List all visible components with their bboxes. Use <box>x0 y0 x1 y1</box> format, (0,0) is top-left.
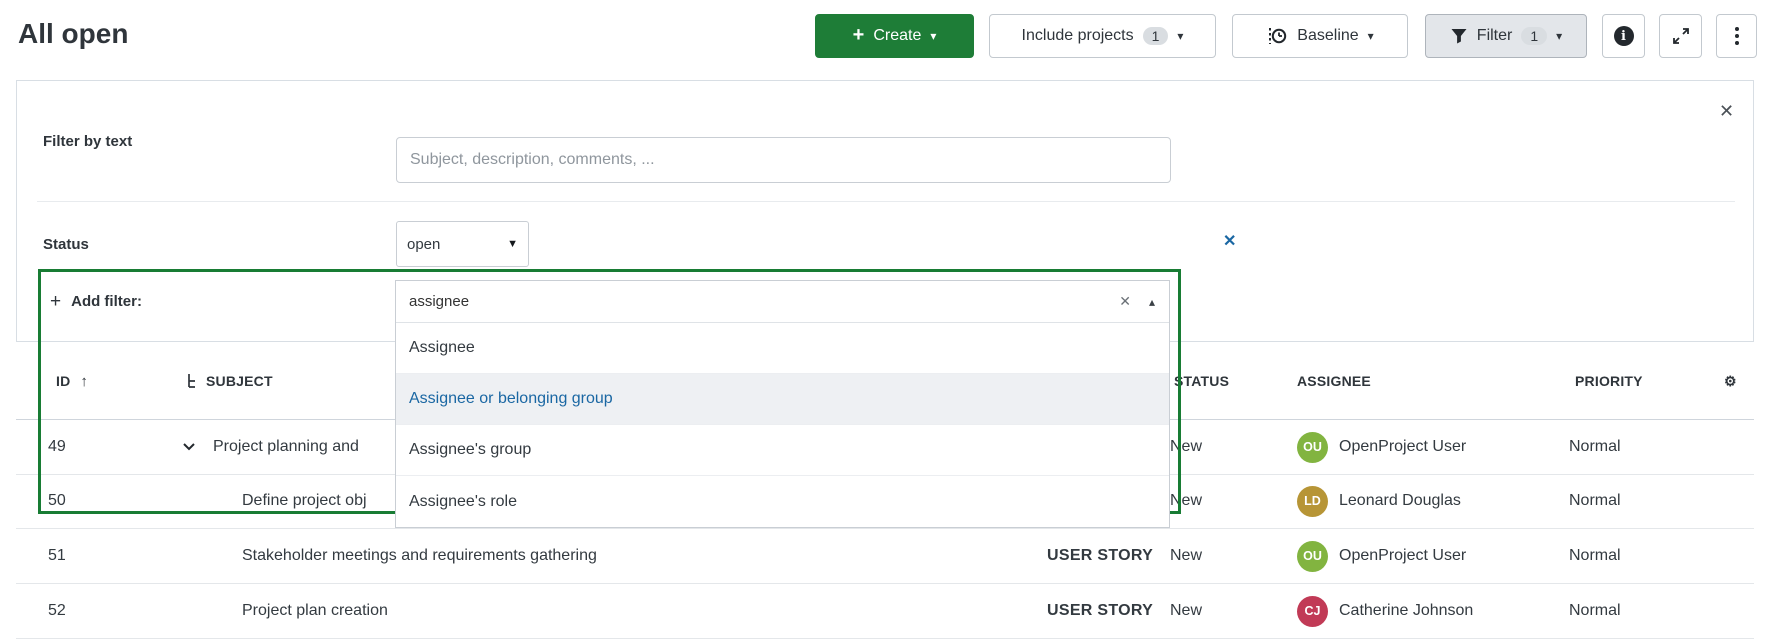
plus-icon: + <box>50 292 61 311</box>
table-settings-gear-icon[interactable]: ⚙ <box>1724 342 1737 420</box>
caret-up-icon[interactable]: ▴ <box>1149 295 1155 309</box>
status-filter-label: Status <box>43 236 89 253</box>
panel-divider <box>37 201 1735 202</box>
info-button[interactable]: i <box>1602 14 1645 58</box>
add-filter-input[interactable] <box>396 293 1119 310</box>
assignee-name-cell[interactable]: OpenProject User <box>1339 420 1466 474</box>
subject-cell[interactable]: Define project obj <box>242 474 367 528</box>
filter-by-text-input[interactable] <box>396 137 1171 183</box>
hierarchy-icon <box>186 373 198 389</box>
assignee-name-cell[interactable]: OpenProject User <box>1339 529 1466 583</box>
remove-status-filter-icon[interactable]: ✕ <box>1223 231 1236 251</box>
add-filter-option[interactable]: Assignee's role <box>396 476 1169 527</box>
caret-down-icon: ▼ <box>507 238 518 250</box>
status-cell[interactable]: New <box>1170 529 1202 583</box>
baseline-label: Baseline <box>1297 27 1358 45</box>
collapse-chevron-icon[interactable] <box>182 420 196 474</box>
assignee-name-cell[interactable]: Leonard Douglas <box>1339 474 1461 528</box>
subject-cell[interactable]: Stakeholder meetings and requirements ga… <box>242 529 597 583</box>
priority-cell[interactable]: Normal <box>1569 584 1621 638</box>
type-cell[interactable]: USER STORY <box>1047 584 1153 638</box>
clear-icon[interactable]: ✕ <box>1119 293 1131 310</box>
chevron-down-icon: ▾ <box>1556 30 1562 42</box>
baseline-icon <box>1266 25 1288 47</box>
chevron-down-icon: ▾ <box>1177 30 1183 42</box>
priority-cell[interactable]: Normal <box>1569 474 1621 528</box>
close-icon[interactable]: ✕ <box>1719 101 1734 122</box>
avatar: LD <box>1297 474 1328 528</box>
add-filter-options-list: AssigneeAssignee or belonging groupAssig… <box>396 323 1169 527</box>
avatar: OU <box>1297 420 1328 474</box>
funnel-icon <box>1450 27 1468 45</box>
baseline-button[interactable]: Baseline ▾ <box>1232 14 1408 58</box>
assignee-name-cell[interactable]: Catherine Johnson <box>1339 584 1473 638</box>
work-package-id-link[interactable]: 50 <box>48 474 66 528</box>
expand-icon <box>1671 26 1691 46</box>
create-button[interactable]: + Create ▾ <box>815 14 974 58</box>
work-package-id-link[interactable]: 49 <box>48 420 66 474</box>
subject-cell[interactable]: Project planning and <box>213 420 359 474</box>
filter-label: Filter <box>1477 27 1513 45</box>
include-projects-button[interactable]: Include projects 1 ▾ <box>989 14 1216 58</box>
fullscreen-button[interactable] <box>1659 14 1702 58</box>
priority-cell[interactable]: Normal <box>1569 529 1621 583</box>
avatar: OU <box>1297 529 1328 583</box>
column-header-status[interactable]: STATUS <box>1174 342 1229 420</box>
include-projects-count-badge: 1 <box>1143 27 1169 45</box>
status-cell[interactable]: New <box>1170 420 1202 474</box>
status-cell[interactable]: New <box>1170 474 1202 528</box>
avatar: CJ <box>1297 584 1328 638</box>
kebab-icon <box>1735 27 1739 45</box>
add-filter-combobox: ✕ ▴ AssigneeAssignee or belonging groupA… <box>395 280 1170 528</box>
filter-count-badge: 1 <box>1521 27 1547 45</box>
chevron-down-icon: ▾ <box>930 30 936 42</box>
table-row[interactable]: 52 Project plan creation USER STORY New … <box>16 584 1754 639</box>
include-projects-label: Include projects <box>1022 27 1134 45</box>
create-label: Create <box>873 27 921 45</box>
column-header-priority[interactable]: PRIORITY <box>1575 342 1643 420</box>
column-header-assignee[interactable]: ASSIGNEE <box>1297 342 1371 420</box>
status-select[interactable]: open ▼ <box>396 221 529 267</box>
table-row[interactable]: 51 Stakeholder meetings and requirements… <box>16 529 1754 584</box>
plus-icon: + <box>853 25 865 45</box>
filter-button[interactable]: Filter 1 ▾ <box>1425 14 1587 58</box>
add-filter-option[interactable]: Assignee's group <box>396 425 1169 476</box>
more-options-button[interactable] <box>1716 14 1757 58</box>
work-packages-page: All open + Create ▾ Include projects 1 ▾… <box>0 0 1770 639</box>
work-package-id-link[interactable]: 52 <box>48 584 66 638</box>
add-filter-option[interactable]: Assignee or belonging group <box>396 374 1169 425</box>
column-header-subject[interactable]: SUBJECT <box>186 342 273 420</box>
page-title: All open <box>18 18 128 50</box>
chevron-down-icon: ▾ <box>1368 30 1374 42</box>
status-cell[interactable]: New <box>1170 584 1202 638</box>
priority-cell[interactable]: Normal <box>1569 420 1621 474</box>
type-cell[interactable]: USER STORY <box>1047 529 1153 583</box>
work-package-id-link[interactable]: 51 <box>48 529 66 583</box>
add-filter-option[interactable]: Assignee <box>396 323 1169 374</box>
add-filter-input-row: ✕ ▴ <box>396 281 1169 323</box>
subject-cell[interactable]: Project plan creation <box>242 584 388 638</box>
status-select-value: open <box>407 236 440 253</box>
add-filter-row: + Add filter: <box>50 292 142 311</box>
info-icon: i <box>1614 26 1634 46</box>
add-filter-label: Add filter: <box>71 293 142 310</box>
column-header-id[interactable]: ID ↑ <box>56 342 88 420</box>
sort-ascending-icon: ↑ <box>80 373 88 390</box>
filter-by-text-label: Filter by text <box>43 133 132 150</box>
